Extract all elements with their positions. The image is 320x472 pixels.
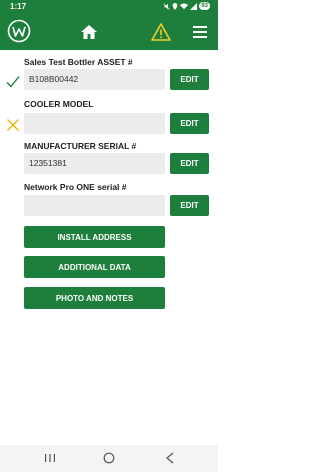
status-icons: 93 <box>163 2 210 10</box>
edit-network-pro-serial-button[interactable]: EDIT <box>170 195 209 216</box>
hamburger-menu-icon[interactable] <box>192 24 208 40</box>
status-time: 1:17 <box>10 2 27 11</box>
cooler-model-field[interactable] <box>24 113 165 134</box>
edit-asset-button[interactable]: EDIT <box>170 69 209 90</box>
field-label-manufacturer-serial: MANUFACTURER SERIAL # <box>24 141 137 151</box>
mute-icon <box>163 2 170 10</box>
back-icon[interactable] <box>165 452 175 464</box>
network-pro-serial-field[interactable] <box>24 195 165 216</box>
location-icon <box>172 2 178 10</box>
home-circle-icon[interactable] <box>103 452 115 464</box>
edit-manufacturer-serial-button[interactable]: EDIT <box>170 153 209 174</box>
cross-icon <box>7 119 19 131</box>
signal-icon <box>190 2 198 10</box>
app-logo-icon[interactable] <box>7 19 31 43</box>
install-address-button[interactable]: INSTALL ADDRESS <box>24 226 165 248</box>
system-nav-bar <box>0 445 218 472</box>
check-icon <box>6 76 20 88</box>
warning-triangle-icon[interactable] <box>151 23 171 41</box>
additional-data-button[interactable]: ADDITIONAL DATA <box>24 256 165 278</box>
field-label-network-pro-serial: Network Pro ONE serial # <box>24 182 127 192</box>
field-label-asset: Sales Test Bottler ASSET # <box>24 57 133 67</box>
field-label-cooler-model: COOLER MODEL <box>24 99 94 109</box>
edit-cooler-model-button[interactable]: EDIT <box>170 113 209 134</box>
battery-icon: 93 <box>199 2 210 10</box>
app-bar <box>0 14 218 50</box>
status-bar: 1:17 93 <box>0 0 218 14</box>
manufacturer-serial-field[interactable]: 12351381 <box>24 153 165 174</box>
wifi-icon <box>180 3 189 9</box>
photo-and-notes-button[interactable]: PHOTO AND NOTES <box>24 287 165 309</box>
recent-apps-icon[interactable] <box>44 453 56 463</box>
home-icon[interactable] <box>80 23 98 41</box>
asset-field[interactable]: B108B00442 <box>24 69 165 90</box>
